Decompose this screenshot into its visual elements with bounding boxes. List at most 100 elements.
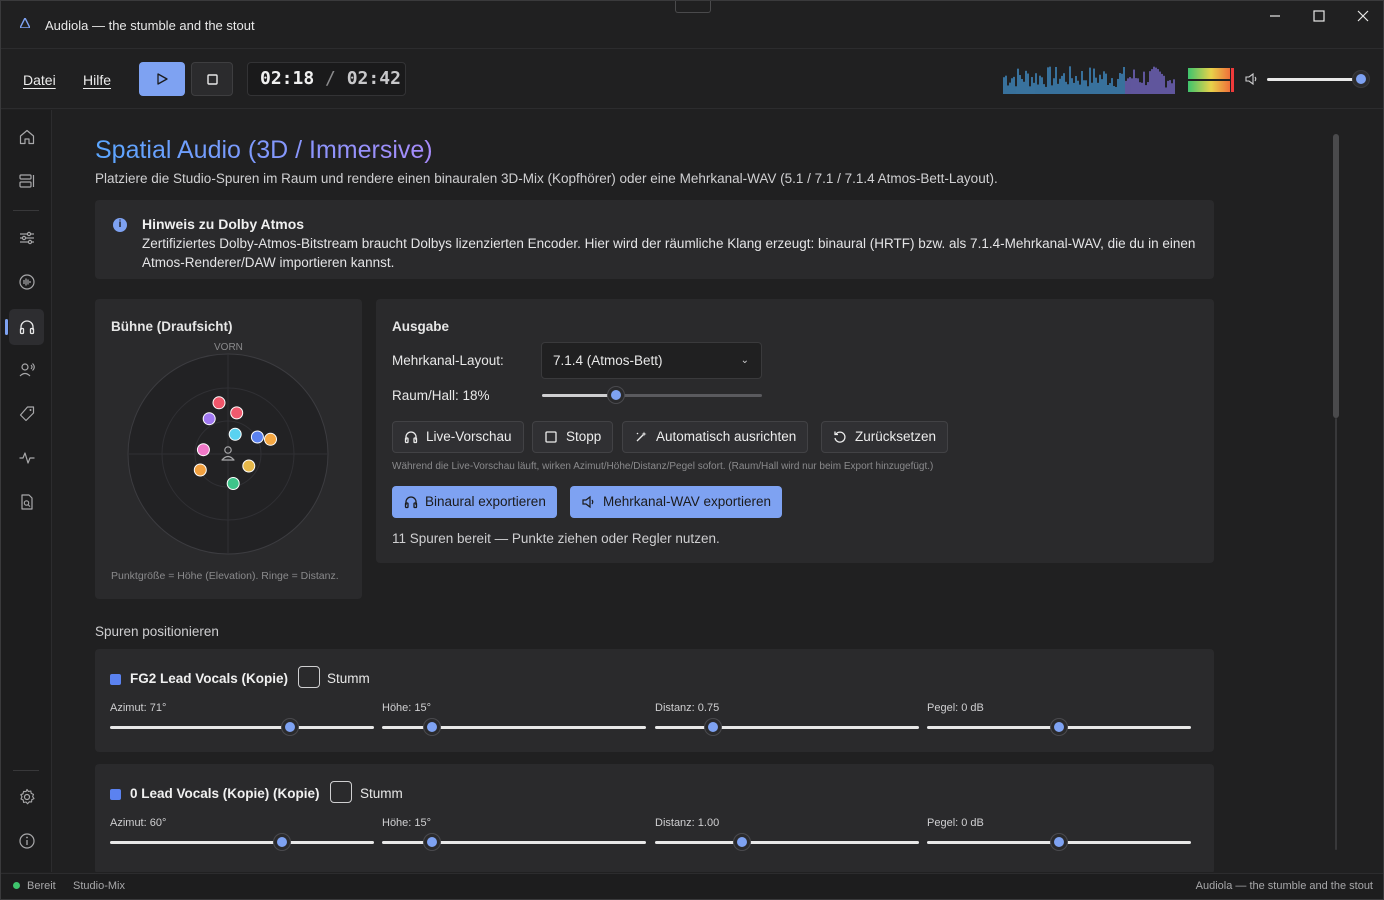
azimuth-slider-thumb[interactable] <box>273 834 290 850</box>
status-state: Bereit <box>27 880 56 892</box>
azimuth-slider-track[interactable] <box>110 726 374 729</box>
menu-help[interactable]: Hilfe <box>83 72 111 88</box>
sidebar-item-mixer[interactable] <box>9 220 44 256</box>
level-meter <box>1188 68 1234 92</box>
sidebar-item-tags[interactable] <box>9 396 44 432</box>
minimize-button[interactable] <box>1255 7 1295 27</box>
level-slider-thumb[interactable] <box>1051 834 1067 850</box>
page-subtitle: Platziere die Studio-Spuren im Raum und … <box>95 171 998 186</box>
height-slider-track[interactable] <box>382 841 646 844</box>
volume-icon[interactable] <box>1245 72 1259 86</box>
height-label: Höhe: 15° <box>382 702 432 714</box>
play-button[interactable] <box>139 62 185 96</box>
library-icon <box>18 174 34 188</box>
sidebar-item-analysis[interactable] <box>9 440 44 476</box>
auto-align-label: Automatisch ausrichten <box>656 429 797 444</box>
distance-label: Distanz: 1.00 <box>655 817 720 829</box>
azimuth-slider-track[interactable] <box>110 841 374 844</box>
title-bar: Audiola — the stumble and the stout <box>1 1 1383 49</box>
height-slider-track[interactable] <box>382 726 646 729</box>
tracks-status: 11 Spuren bereit — Punkte ziehen oder Re… <box>392 531 720 546</box>
mute-label: Stumm <box>327 671 370 686</box>
page-title: Spatial Audio (3D / Immersive) <box>95 136 433 164</box>
export-multichannel-button[interactable]: Mehrkanal-WAV exportieren <box>570 486 783 518</box>
sidebar-divider <box>13 770 39 771</box>
sidebar-item-about[interactable] <box>9 823 44 859</box>
maximize-button[interactable] <box>1299 7 1339 27</box>
snap-grip[interactable] <box>675 1 711 13</box>
reset-icon <box>834 431 846 443</box>
distance-slider-track[interactable] <box>655 841 919 844</box>
track-position-dot[interactable] <box>228 427 242 441</box>
app-logo-icon <box>20 18 30 28</box>
sidebar-item-audio[interactable] <box>9 264 44 300</box>
export-multichannel-label: Mehrkanal-WAV exportieren <box>603 494 772 509</box>
track-position-dot[interactable] <box>212 396 226 410</box>
track-position-dot[interactable] <box>230 406 244 420</box>
distance-label: Distanz: 0.75 <box>655 702 720 714</box>
export-binaural-button[interactable]: Binaural exportieren <box>392 486 557 518</box>
scrollbar-thumb[interactable] <box>1333 134 1339 418</box>
track-position-dot[interactable] <box>202 412 216 426</box>
level-slider-thumb[interactable] <box>1051 719 1067 735</box>
stop-preview-button[interactable]: Stopp <box>532 421 614 453</box>
file-search-icon <box>20 494 33 510</box>
track-position-dot[interactable] <box>226 477 240 490</box>
stage-view[interactable] <box>127 353 329 555</box>
sidebar-item-file-search[interactable] <box>9 484 44 520</box>
main-content: Spatial Audio (3D / Immersive) Platziere… <box>53 110 1383 872</box>
azimuth-slider-thumb[interactable] <box>281 719 298 735</box>
preview-hint: Während die Live-Vorschau läuft, wirken … <box>392 461 934 472</box>
layout-select-value: 7.1.4 (Atmos-Bett) <box>553 353 663 368</box>
status-mode: Studio-Mix <box>73 880 125 892</box>
reset-label: Zurücksetzen <box>855 429 937 444</box>
close-button[interactable] <box>1343 7 1383 27</box>
content-scrollbar[interactable] <box>1331 134 1343 850</box>
track-position-dot[interactable] <box>242 459 256 473</box>
reverb-slider-thumb[interactable] <box>607 387 624 403</box>
reverb-slider-fill <box>542 394 616 397</box>
level-label: Pegel: 0 dB <box>927 817 984 829</box>
sidebar-item-spatial[interactable] <box>5 309 44 345</box>
sidebar-item-settings[interactable] <box>9 779 44 815</box>
waveform-visualizer <box>1003 66 1175 94</box>
toolbar: Datei Hilfe 02:18 / 02:42 <box>1 50 1383 109</box>
stop-preview-label: Stopp <box>566 429 602 444</box>
stage-title: Bühne (Draufsicht) <box>111 319 233 334</box>
track-color-swatch <box>110 674 121 685</box>
volume-slider-track[interactable] <box>1267 78 1359 81</box>
status-indicator-icon <box>13 882 20 889</box>
mute-checkbox[interactable] <box>330 781 352 803</box>
mute-checkbox[interactable] <box>298 666 320 688</box>
status-app-info: Audiola — the stumble and the stout <box>1195 880 1373 892</box>
sidebar-item-library[interactable] <box>9 163 44 199</box>
height-slider-thumb[interactable] <box>424 719 441 735</box>
distance-slider-thumb[interactable] <box>705 719 722 735</box>
headphones-icon <box>404 496 418 509</box>
layout-select[interactable]: 7.1.4 (Atmos-Bett) ⌄ <box>541 342 762 379</box>
distance-slider-track[interactable] <box>655 726 919 729</box>
distance-slider-thumb[interactable] <box>734 834 751 850</box>
sidebar-item-home[interactable] <box>9 119 44 155</box>
auto-align-button[interactable]: Automatisch ausrichten <box>622 421 809 453</box>
track-position-dot[interactable] <box>250 430 264 444</box>
stop-icon <box>207 74 218 85</box>
height-slider-thumb[interactable] <box>424 834 441 850</box>
layout-label: Mehrkanal-Layout: <box>392 353 504 368</box>
menu-file[interactable]: Datei <box>23 72 56 88</box>
live-preview-button[interactable]: Live-Vorschau <box>392 421 524 453</box>
reset-button[interactable]: Zurücksetzen <box>821 421 949 453</box>
sidebar <box>1 110 52 872</box>
stop-button[interactable] <box>191 62 233 96</box>
sidebar-item-voice[interactable] <box>9 352 44 388</box>
track-position-dot[interactable] <box>193 463 207 477</box>
track-position-dot[interactable] <box>196 443 210 457</box>
track-position-dot[interactable] <box>264 432 277 446</box>
tag-icon <box>19 406 34 422</box>
track-card: FG2 Lead Vocals (Kopie) Stumm Azimut: 71° H… <box>95 649 1214 752</box>
track-name: 0 Lead Vocals (Kopie) (Kopie) <box>130 786 320 801</box>
scrollbar-track[interactable] <box>1335 418 1337 850</box>
azimuth-label: Azimut: 71° <box>110 702 167 714</box>
volume-slider-thumb[interactable] <box>1353 71 1369 87</box>
info-icon: i <box>113 218 127 232</box>
